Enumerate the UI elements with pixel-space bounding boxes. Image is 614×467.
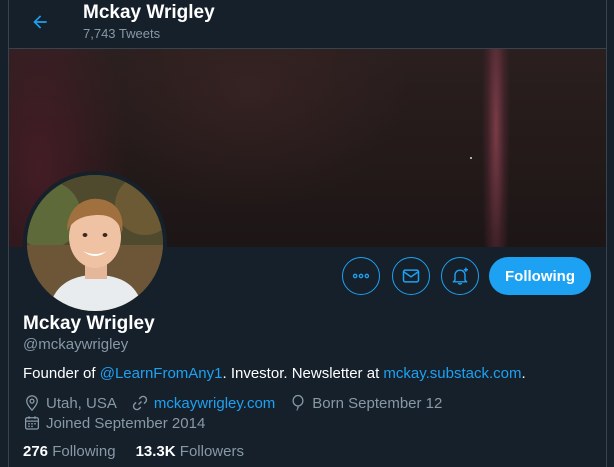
joined-text: Joined September 2014 [46,414,206,432]
location-pin-icon [26,395,38,412]
followers-count: 13.3K [135,443,176,460]
header-title: Mckay Wrigley [83,2,215,23]
balloon-icon [292,394,304,411]
following-stat[interactable]: 276 Following [23,443,116,460]
following-label: Following [52,443,116,460]
profile-handle: @mckaywrigley [23,336,129,353]
tweet-count: 7,743 Tweets [83,26,161,41]
avatar[interactable] [23,171,167,315]
profile-column: Mckay Wrigley 7,743 Tweets Following Mck… [8,0,607,467]
birthday-item: Born September 12 [289,394,442,412]
following-count: 276 [23,443,49,460]
bio-mention-link[interactable]: @LearnFromAny1 [100,365,223,382]
more-button[interactable] [342,257,380,295]
location-item: Utah, USA [23,394,117,412]
message-button[interactable] [392,257,430,295]
avatar-image [27,175,163,311]
notifications-button[interactable] [441,257,479,295]
followers-label: Followers [179,443,244,460]
profile-meta-joined: Joined September 2014 [23,414,219,432]
birthday-text: Born September 12 [312,394,443,412]
website-link[interactable]: mckaywrigley.com [154,395,275,412]
website-item: mckaywrigley.com [131,394,275,412]
back-button[interactable] [27,9,53,35]
calendar-icon [24,416,40,430]
following-button[interactable]: Following [489,257,591,295]
joined-item: Joined September 2014 [23,414,205,432]
profile-header-bar: Mckay Wrigley 7,743 Tweets [9,0,606,49]
followers-stat[interactable]: 13.3K Followers [136,443,244,460]
link-icon [132,395,148,411]
more-icon [352,273,370,279]
mail-icon [402,269,420,283]
profile-meta: Utah, USA mckaywrigley.com Born Septembe… [23,394,456,412]
arrow-left-icon [33,15,47,29]
bio-text-middle: . Investor. Newsletter at [222,365,384,382]
bio-newsletter-link[interactable]: mckay.substack.com [383,365,521,382]
location-text: Utah, USA [46,394,117,412]
profile-name: Mckay Wrigley [23,313,155,334]
follow-stats: 276 Following 13.3K Followers [23,443,264,460]
banner-star [470,157,472,159]
profile-bio: Founder of @LearnFromAny1. Investor. New… [23,365,526,382]
bell-plus-icon [452,267,468,285]
bio-text-suffix: . [521,365,526,382]
bio-text-prefix: Founder of [23,365,100,382]
